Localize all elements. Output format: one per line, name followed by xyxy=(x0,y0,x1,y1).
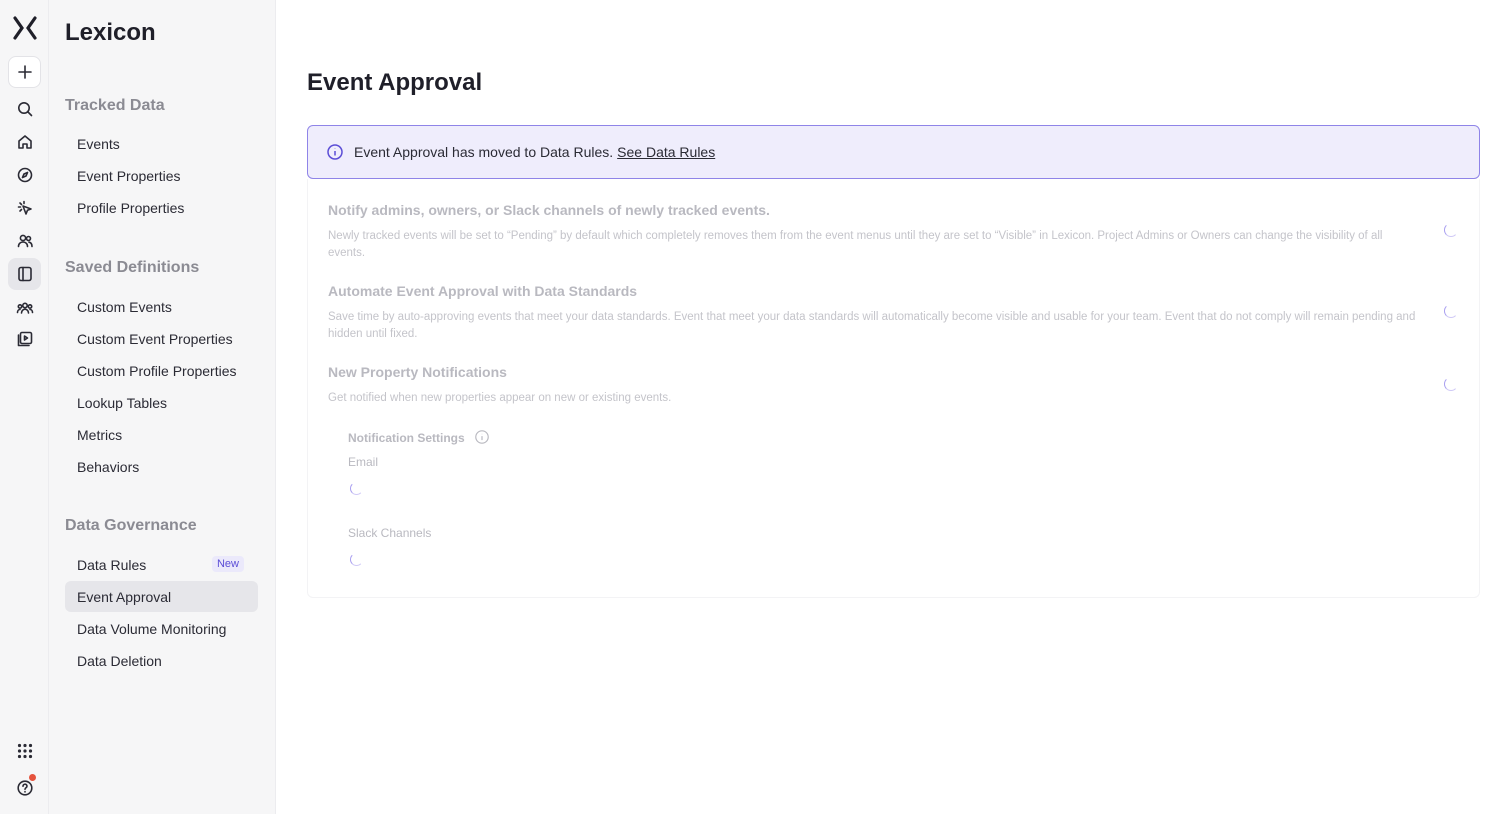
setting-description: Newly tracked events will be set to “Pen… xyxy=(328,230,1383,259)
sidebar-item-custom-event-properties[interactable]: Custom Event Properties xyxy=(65,323,258,354)
loading-spinner-icon xyxy=(350,553,363,566)
slack-channels-label: Slack Channels xyxy=(348,526,432,540)
banner-text: Event Approval has moved to Data Rules. xyxy=(354,144,614,160)
setting-automate-approval: Automate Event Approval with Data Standa… xyxy=(328,283,1438,343)
users-button[interactable] xyxy=(8,225,41,257)
info-icon[interactable] xyxy=(474,429,490,445)
section-tracked-data: Tracked Data xyxy=(65,97,165,114)
compass-icon xyxy=(17,167,32,183)
setting-title: New Property Notifications xyxy=(328,364,507,380)
lexicon-button[interactable] xyxy=(8,258,41,290)
click-icon xyxy=(17,200,32,215)
sidebar-item-custom-events[interactable]: Custom Events xyxy=(65,291,258,322)
help-icon xyxy=(16,780,33,796)
session-replay-icon xyxy=(17,331,32,347)
sidebar-item-lookup-tables[interactable]: Lookup Tables xyxy=(65,387,258,418)
plus-icon xyxy=(17,65,32,79)
see-data-rules-link[interactable]: See Data Rules xyxy=(617,144,715,160)
sidebar-title: Lexicon xyxy=(65,19,156,46)
sidebar-item-metrics[interactable]: Metrics xyxy=(65,419,258,450)
cohorts-button[interactable] xyxy=(8,292,41,324)
info-icon xyxy=(327,144,343,160)
apps-button[interactable] xyxy=(8,735,41,767)
email-label: Email xyxy=(348,455,379,469)
discover-button[interactable] xyxy=(8,159,41,191)
setting-title: Notify admins, owners, or Slack channels… xyxy=(328,202,770,218)
loading-spinner-icon xyxy=(1444,223,1458,237)
setting-description: Save time by auto-approving events that … xyxy=(328,311,1416,340)
cohorts-icon xyxy=(16,302,33,314)
sidebar-item-behaviors[interactable]: Behaviors xyxy=(65,451,258,482)
icon-rail xyxy=(0,0,49,814)
new-badge: New xyxy=(211,556,244,572)
mixpanel-logo-icon[interactable] xyxy=(12,16,38,40)
sidebar-item-event-approval[interactable]: Event Approval xyxy=(65,581,258,612)
search-icon xyxy=(17,102,32,117)
help-button[interactable] xyxy=(8,772,41,804)
notification-dot xyxy=(29,774,36,781)
sidebar-item-custom-profile-properties[interactable]: Custom Profile Properties xyxy=(65,355,258,386)
sidebar-item-data-rules[interactable]: Data Rules New xyxy=(65,549,258,580)
setting-title: Automate Event Approval with Data Standa… xyxy=(328,283,638,299)
lexicon-icon xyxy=(17,266,32,282)
settings-card: Notify admins, owners, or Slack channels… xyxy=(307,179,1480,598)
session-replay-button[interactable] xyxy=(8,323,41,355)
setting-description: Get notified when new properties appear … xyxy=(328,392,672,404)
sidebar-item-profile-properties[interactable]: Profile Properties xyxy=(65,192,258,223)
main-content: Event Approval Event Approval has moved … xyxy=(276,0,1512,814)
create-button[interactable] xyxy=(8,56,41,88)
setting-notify-new-events: Notify admins, owners, or Slack channels… xyxy=(328,202,1438,262)
loading-spinner-icon xyxy=(1444,377,1458,391)
section-saved-definitions: Saved Definitions xyxy=(65,259,200,276)
section-data-governance: Data Governance xyxy=(65,517,197,534)
home-icon xyxy=(17,135,32,149)
search-button[interactable] xyxy=(8,93,41,125)
notification-settings-label: Notification Settings xyxy=(348,429,490,445)
apps-grid-icon xyxy=(17,743,32,759)
users-icon xyxy=(17,234,33,248)
sidebar-item-events[interactable]: Events xyxy=(65,128,258,159)
sidebar-item-data-volume-monitoring[interactable]: Data Volume Monitoring xyxy=(65,613,258,644)
info-banner: Event Approval has moved to Data Rules. … xyxy=(307,125,1480,179)
sidebar-item-event-properties[interactable]: Event Properties xyxy=(65,160,258,191)
lexicon-sidebar: Lexicon Tracked Data Events Event Proper… xyxy=(49,0,276,814)
loading-spinner-icon xyxy=(350,482,363,495)
home-button[interactable] xyxy=(8,126,41,158)
events-button[interactable] xyxy=(8,192,41,224)
sidebar-item-data-deletion[interactable]: Data Deletion xyxy=(65,645,258,676)
page-title: Event Approval xyxy=(307,69,483,96)
setting-new-property-notifications: New Property Notifications Get notified … xyxy=(328,364,1438,407)
loading-spinner-icon xyxy=(1444,304,1458,318)
